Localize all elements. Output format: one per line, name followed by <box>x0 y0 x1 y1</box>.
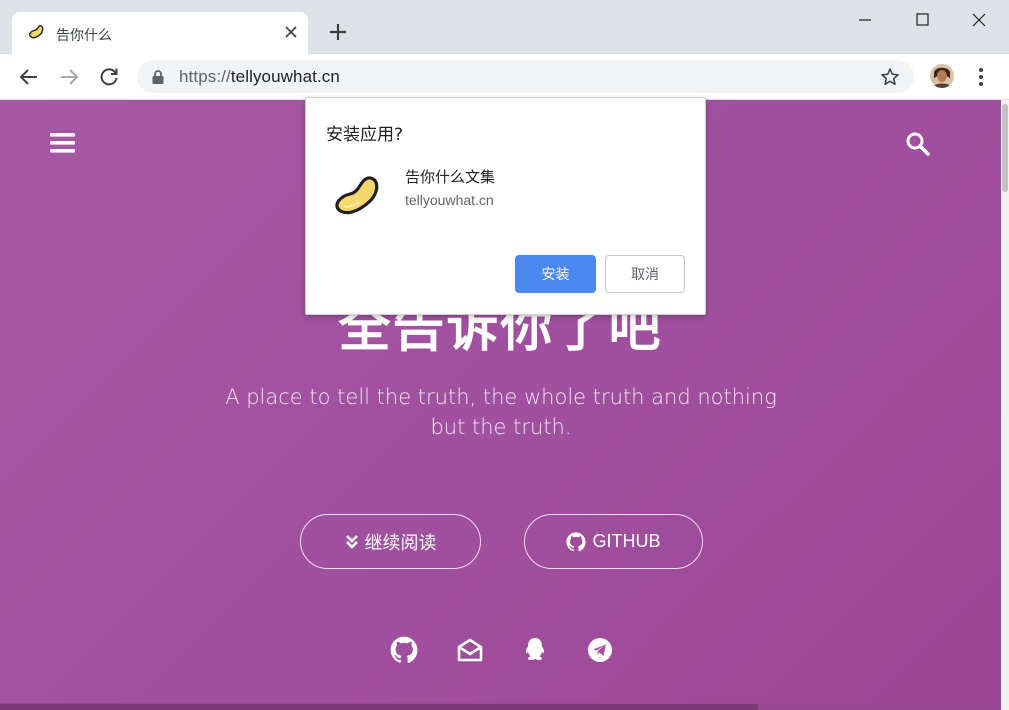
maximize-icon[interactable] <box>899 6 945 34</box>
browser-tab[interactable]: 告你什么 <box>12 12 308 54</box>
read-more-button[interactable]: 继续阅读 <box>300 514 481 569</box>
dialog-title: 安装应用? <box>326 125 404 145</box>
kebab-menu-icon[interactable] <box>971 66 991 88</box>
address-bar[interactable]: https://tellyouwhat.cn <box>137 60 914 93</box>
search-icon[interactable] <box>905 131 931 157</box>
dialog-app-name: 告你什么文集 <box>405 168 496 186</box>
url-text[interactable]: https://tellyouwhat.cn <box>179 67 340 87</box>
url-scheme: https:// <box>179 67 231 86</box>
github-icon[interactable] <box>390 636 418 664</box>
cancel-button[interactable]: 取消 <box>605 255 685 293</box>
qq-icon[interactable] <box>521 636 549 664</box>
read-more-label: 继续阅读 <box>364 532 437 554</box>
avatar[interactable] <box>930 64 954 88</box>
lock-icon[interactable] <box>151 69 165 85</box>
double-chevron-down-icon <box>345 534 358 549</box>
github-button[interactable]: GITHUB <box>524 514 703 569</box>
app-icon <box>335 176 379 215</box>
tab-title: 告你什么 <box>56 28 112 44</box>
plus-icon[interactable] <box>327 21 349 43</box>
star-icon[interactable] <box>880 67 900 87</box>
close-window-icon[interactable] <box>956 6 1002 34</box>
github-label: GITHUB <box>592 531 661 551</box>
horizontal-scroll-thumb[interactable] <box>0 704 758 710</box>
close-icon[interactable] <box>282 23 300 41</box>
telegram-icon[interactable] <box>586 636 614 664</box>
forward-arrow-icon[interactable] <box>57 65 81 89</box>
vertical-scroll-thumb[interactable] <box>1002 104 1008 192</box>
reload-icon[interactable] <box>97 65 121 89</box>
github-icon <box>566 531 587 551</box>
app-favicon-icon <box>28 24 44 39</box>
tagline: A place to tell the truth, the whole tru… <box>225 385 777 439</box>
mail-icon[interactable] <box>456 636 484 664</box>
back-arrow-icon[interactable] <box>17 65 41 89</box>
vertical-scrollbar[interactable] <box>1001 100 1009 710</box>
minimize-icon[interactable] <box>842 6 888 34</box>
install-app-dialog: 安装应用? 告你什么文集 tellyouwhat.cn 安装 取消 <box>305 97 706 315</box>
browser-toolbar: https://tellyouwhat.cn <box>0 54 1009 100</box>
install-button[interactable]: 安装 <box>515 255 596 293</box>
url-host: tellyouwhat.cn <box>230 67 340 86</box>
hamburger-menu-icon[interactable] <box>50 132 75 154</box>
dialog-app-origin: tellyouwhat.cn <box>405 192 494 208</box>
tab-strip: 告你什么 <box>0 0 1009 54</box>
horizontal-scrollbar[interactable] <box>0 703 1001 710</box>
